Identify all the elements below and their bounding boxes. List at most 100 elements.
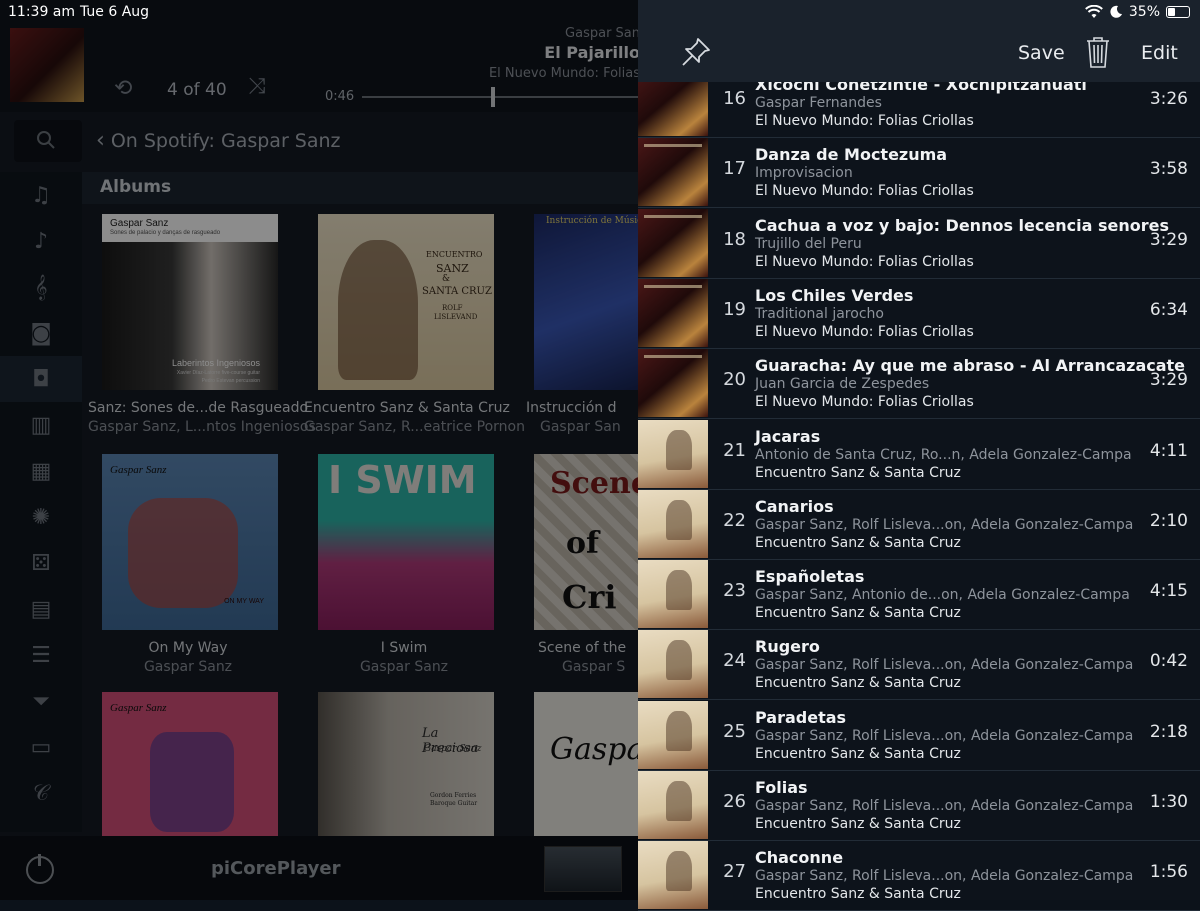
track-title: Paradetas (755, 707, 847, 727)
queue-row[interactable]: 25 Paradetas Gaspar Sanz, Rolf Lisleva...o… (638, 700, 1200, 771)
sidebar-item-genres[interactable]: ▥ (0, 402, 82, 448)
breadcrumb[interactable]: ‹ On Spotify: Gaspar Sanz (96, 128, 341, 153)
power-icon[interactable] (26, 854, 54, 884)
track-title: Los Chiles Verdes (755, 285, 914, 305)
section-title: Albums (100, 177, 172, 197)
player-name[interactable]: piCorePlayer (211, 858, 341, 879)
shuffle-icon[interactable]: ⤨ (248, 74, 266, 99)
track-number: 21 (723, 439, 746, 461)
library-app: ⟲ 4 of 40 ⤨ Gaspar San El Pajarillo El N… (0, 0, 710, 900)
track-album: El Nuevo Mundo: Folias Criollas (755, 253, 974, 270)
treble-clef-icon: 𝄞 (34, 274, 48, 300)
calendar-icon: ▦ (30, 458, 52, 484)
sidebar-item-random[interactable]: ⚄ (0, 540, 82, 586)
album-name: On My Way (148, 640, 228, 656)
queue-row[interactable]: 22 Canarios Gaspar Sanz, Rolf Lisleva...on… (638, 489, 1200, 560)
album-card[interactable]: La Preciosa Gaspar Sanz Gordon Ferries B… (304, 692, 504, 836)
track-duration: 1:30 (1149, 792, 1188, 812)
album-cover: La Preciosa Gaspar Sanz Gordon Ferries B… (318, 692, 494, 836)
cover-text: Sones de palacio y danças de rasgueado (110, 230, 221, 236)
sidebar-item-album-artists[interactable]: ♪ (0, 218, 82, 264)
repeat-icon[interactable]: ⟲ (114, 76, 132, 101)
sidebar-item-filter[interactable]: ⏷ (0, 678, 82, 724)
cover-text: Instrucción de Música (546, 216, 648, 226)
track-artist: Gaspar Sanz, Rolf Lisleva...on, Adela Go… (755, 657, 1134, 674)
queue-row[interactable]: 23 Españoletas Gaspar Sanz, Antonio de...o… (638, 559, 1200, 631)
track-duration: 1:56 (1149, 862, 1188, 883)
album-cover: Gaspar Sanz Sones de palacio y danças de… (102, 214, 278, 390)
track-duration: 6:34 (1149, 299, 1188, 320)
sidebar-item-classical[interactable]: 𝒞 (0, 770, 82, 816)
cover-text: SANZ (436, 262, 469, 275)
guitar-person-icon: ♫ (31, 182, 51, 208)
track-artwork (638, 419, 708, 488)
queue-row[interactable]: 26 Folias Gaspar Sanz, Rolf Lisleva...on, … (638, 770, 1200, 841)
search-icon (37, 131, 55, 149)
queue-row[interactable]: 17 Danza de Moctezuma Improvisacion El Nuev… (638, 137, 1200, 209)
album-card[interactable]: Gaspar Sanz (88, 692, 288, 836)
cover-text: Gaspar Sanz (110, 702, 167, 714)
dice-icon: ⚄ (31, 550, 51, 576)
track-duration: 4:11 (1149, 440, 1188, 461)
track-artist: Gaspar Sanz, Rolf Lisleva...on, Adela Go… (755, 798, 1134, 814)
track-duration: 3:29 (1149, 229, 1188, 250)
sidebar-item-years[interactable]: ▦ (0, 448, 82, 494)
track-artist: Juan Garcia de Zespedes (755, 376, 930, 393)
sidebar-item-new-music[interactable]: ✺ (0, 494, 82, 540)
track-artwork (638, 700, 708, 769)
edit-button[interactable]: Edit (1141, 42, 1178, 64)
track-album: El Nuevo Mundo: Folias Criollas (755, 183, 974, 200)
sidebar-item-artists[interactable]: ♫ (0, 172, 82, 218)
now-playing-cover[interactable] (10, 28, 84, 102)
queue-row[interactable]: 20 Guaracha: Ay que me abraso - Al Arranc… (638, 348, 1200, 420)
mini-player-thumbnail[interactable] (544, 846, 622, 892)
sidebar-item-compilations[interactable]: ◘ (0, 356, 82, 402)
album-artist: Gaspar Sanz, L...ntos Ingeniosos (88, 419, 316, 435)
track-album: El Nuevo Mundo: Folias Criollas (755, 113, 974, 129)
album-card[interactable]: Gaspar Sanz ON MY WAY On My Way Gaspar S… (88, 454, 288, 675)
track-number: 20 (723, 369, 746, 391)
moon-icon (1110, 5, 1122, 18)
track-title: Chaconne (755, 848, 844, 868)
track-duration: 2:18 (1149, 721, 1188, 742)
track-artist: Antonio de Santa Cruz, Ro...n, Adela Gon… (755, 446, 1132, 463)
album-card[interactable]: Gaspar Sanz Sones de palacio y danças de… (88, 214, 316, 435)
progress-bar[interactable] (362, 96, 640, 98)
queue-row[interactable]: 27 Chaconne Gaspar Sanz, Rolf Lisleva...on… (638, 840, 1200, 911)
album-card[interactable]: I SWIM I Swim Gaspar Sanz (304, 454, 504, 675)
track-artist: Trujillo del Peru (755, 235, 862, 252)
album-card[interactable]: ENCUENTRO SANZ & SANTA CRUZ ROLF LISLEVA… (304, 214, 525, 435)
status-date: Tue 6 Aug (80, 4, 150, 20)
track-number: 23 (723, 580, 746, 602)
back-chevron-icon[interactable]: ‹ (96, 128, 105, 153)
search-button[interactable] (14, 120, 82, 162)
cover-text: Gaspar Sanz (110, 464, 167, 476)
sidebar-item-radio[interactable]: ▭ (0, 724, 82, 770)
track-artwork (638, 630, 708, 699)
pin-icon[interactable] (678, 34, 714, 70)
trash-icon[interactable] (1086, 36, 1110, 68)
queue-row[interactable]: 19 Los Chiles Verdes Traditional jarocho El… (638, 278, 1200, 349)
sidebar-item-composers[interactable]: 𝄞 (0, 264, 82, 310)
battery-icon (1166, 6, 1190, 18)
queue-row[interactable]: 24 Rugero Gaspar Sanz, Rolf Lisleva...on, … (638, 629, 1200, 701)
queue-row[interactable]: 18 Cachua a voz y bajo: Dennos lecencia s… (638, 208, 1200, 279)
track-album: Encuentro Sanz & Santa Cruz (755, 534, 961, 551)
cover-text: ON MY WAY (224, 598, 264, 605)
album-cover: Gaspar Sanz (102, 692, 278, 836)
album-name: Encuentro Sanz & Santa Cruz (304, 400, 510, 416)
track-artwork (638, 278, 708, 347)
queue-panel: 16 Xicochi Conetzintle - Xochipitzahuatl G… (638, 0, 1200, 911)
sidebar-item-albums[interactable]: ◙ (0, 310, 82, 356)
cover-text: SANTA CRUZ (422, 286, 492, 297)
filter-icon: ⏷ (32, 688, 50, 714)
progress-knob[interactable] (490, 87, 495, 107)
sidebar-item-folders[interactable]: ▤ (0, 586, 82, 632)
sidebar-item-playlists[interactable]: ☰ (0, 632, 82, 678)
track-title: Rugero (755, 637, 820, 657)
track-title: Danza de Moctezuma (755, 145, 948, 165)
save-button[interactable]: Save (1018, 42, 1065, 64)
track-duration: 2:10 (1149, 510, 1188, 531)
status-time: 11:39 am (8, 4, 76, 20)
queue-row[interactable]: 21 Jacaras Antonio de Santa Cruz, Ro...n, … (638, 419, 1200, 490)
